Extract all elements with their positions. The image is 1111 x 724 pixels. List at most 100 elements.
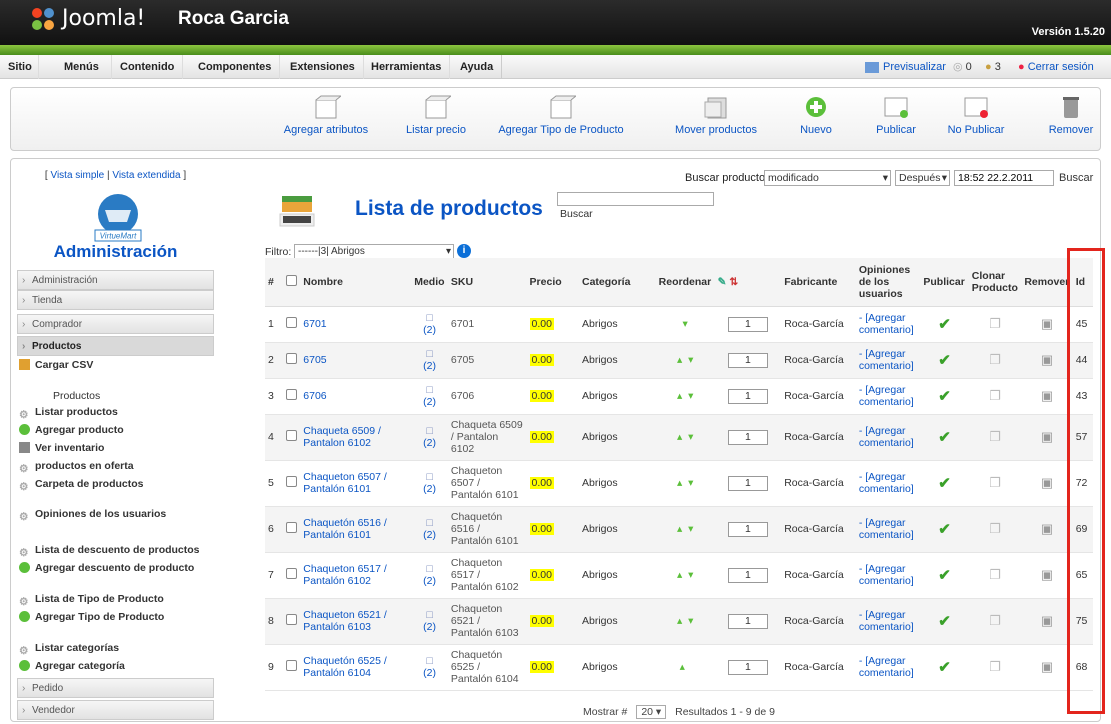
product-name-link[interactable]: Chaquetón 6525 / Pantalón 6104	[300, 644, 412, 691]
move-up-icon[interactable]: ▴	[677, 354, 682, 366]
media-count-link[interactable]: (2)	[423, 396, 436, 408]
search-button[interactable]: Buscar	[1059, 172, 1093, 184]
add-review-link[interactable]: - [Agregar comentario]	[855, 598, 921, 645]
sidebar-item-carpeta[interactable]: ⚙ Carpeta de productos	[17, 475, 214, 493]
order-input[interactable]: 1	[727, 613, 768, 629]
move-down-icon[interactable]: ▾	[688, 354, 693, 366]
move-down-icon[interactable]: ▾	[688, 477, 693, 489]
col-price[interactable]: Precio	[526, 258, 579, 307]
move-up-icon[interactable]: ▴	[677, 569, 682, 581]
move-down-icon[interactable]: ▾	[688, 431, 693, 443]
unpublish-button[interactable]: No Publicar	[936, 94, 1016, 136]
sidebar-item-productos-oferta[interactable]: ⚙ productos en oferta	[17, 457, 214, 475]
move-down-icon[interactable]: ▾	[688, 390, 693, 402]
order-input[interactable]: 1	[727, 316, 768, 332]
sidebar-section-vendedor[interactable]: Vendedor	[17, 700, 214, 721]
save-order-icon[interactable]: ✎	[718, 276, 727, 288]
add-review-link[interactable]: - [Agregar comentario]	[855, 552, 921, 599]
sidebar-section-administracion[interactable]: Administración	[17, 270, 214, 291]
order-input[interactable]: 1	[727, 388, 768, 404]
media-count-link[interactable]: (2)	[423, 437, 436, 449]
product-name-link[interactable]: Chaqueton 6521 / Pantalón 6103	[300, 598, 412, 645]
row-checkbox[interactable]	[286, 614, 298, 625]
list-price-button[interactable]: Listar precio	[396, 94, 476, 136]
published-check-icon[interactable]: ✔	[938, 388, 951, 405]
col-sku[interactable]: SKU	[447, 258, 527, 307]
preview-link[interactable]: Previsualizar	[865, 55, 946, 79]
sidebar-section-pedido[interactable]: Pedido	[17, 678, 214, 699]
sidebar-section-productos[interactable]: Productos	[17, 336, 214, 357]
sidebar-section-tienda[interactable]: Tienda	[17, 290, 214, 311]
select-all-checkbox[interactable]	[286, 274, 298, 286]
menu-ayuda[interactable]: Ayuda	[452, 55, 503, 79]
publish-button[interactable]: Publicar	[866, 94, 926, 136]
clone-icon[interactable]: ❐	[989, 521, 1001, 536]
move-up-icon[interactable]: ▴	[677, 615, 682, 627]
clone-icon[interactable]: ❐	[989, 429, 1001, 444]
sidebar-item-agregar-tipo[interactable]: Agregar Tipo de Producto	[17, 608, 214, 626]
menu-sitio[interactable]: Sitio	[2, 55, 39, 79]
add-review-link[interactable]: - [Agregar comentario]	[855, 644, 921, 691]
sidebar-item-cargar-csv[interactable]: Cargar CSV	[17, 356, 214, 374]
add-attributes-button[interactable]: Agregar atributos	[276, 94, 376, 136]
published-check-icon[interactable]: ✔	[938, 659, 951, 676]
new-button[interactable]: Nuevo	[791, 94, 841, 136]
published-check-icon[interactable]: ✔	[938, 613, 951, 630]
sidebar-item-agregar-categoria[interactable]: Agregar categoría	[17, 657, 214, 675]
move-up-icon[interactable]: ▴	[677, 390, 682, 402]
move-up-icon[interactable]: ▴	[677, 477, 682, 489]
published-check-icon[interactable]: ✔	[938, 429, 951, 446]
logout-link[interactable]: ● Cerrar sesión	[1018, 55, 1094, 79]
order-input[interactable]: 1	[727, 567, 768, 583]
search-field-select[interactable]: modificado ▾	[764, 170, 891, 186]
move-down-icon[interactable]: ▾	[688, 569, 693, 581]
clone-icon[interactable]: ❐	[989, 316, 1001, 331]
move-down-icon[interactable]: ▾	[683, 318, 688, 330]
media-count-link[interactable]: (2)	[423, 575, 436, 587]
sidebar-item-ver-inventario[interactable]: Ver inventario	[17, 439, 214, 457]
add-review-link[interactable]: - [Agregar comentario]	[855, 506, 921, 553]
remove-icon[interactable]: ▣	[1041, 521, 1053, 536]
col-order[interactable]: ✎ ⇅	[714, 258, 782, 307]
order-input[interactable]: 1	[727, 429, 768, 445]
media-count-link[interactable]: (2)	[423, 360, 436, 372]
users-count[interactable]: ● 3	[985, 55, 1001, 79]
remove-icon[interactable]: ▣	[1041, 429, 1053, 444]
media-count-link[interactable]: (2)	[423, 667, 436, 679]
clone-icon[interactable]: ❐	[989, 659, 1001, 674]
published-check-icon[interactable]: ✔	[938, 352, 951, 369]
move-up-icon[interactable]: ▴	[680, 661, 685, 673]
move-up-icon[interactable]: ▴	[677, 523, 682, 535]
col-name[interactable]: Nombre	[300, 258, 412, 307]
media-count-link[interactable]: (2)	[423, 621, 436, 633]
published-check-icon[interactable]: ✔	[938, 567, 951, 584]
product-name-link[interactable]: 6705	[300, 342, 412, 379]
info-icon[interactable]: i	[457, 244, 471, 258]
sidebar-item-lista-descuento[interactable]: ⚙ Lista de descuento de productos	[17, 541, 214, 559]
col-category[interactable]: Categoría	[578, 258, 656, 307]
col-reorder[interactable]: Reordenar	[655, 258, 715, 307]
menu-menus[interactable]: Menús	[52, 55, 112, 79]
remove-button[interactable]: Remover	[1041, 94, 1101, 136]
media-count-link[interactable]: (2)	[423, 324, 436, 336]
product-search-button[interactable]: Buscar	[560, 208, 593, 220]
sidebar-section-comprador[interactable]: Comprador	[17, 314, 214, 335]
product-name-link[interactable]: Chaqueta 6509 / Pantalon 6102	[300, 414, 412, 461]
clone-icon[interactable]: ❐	[989, 567, 1001, 582]
col-select-all[interactable]	[283, 258, 301, 307]
add-review-link[interactable]: - [Agregar comentario]	[855, 460, 921, 507]
move-down-icon[interactable]: ▾	[688, 523, 693, 535]
remove-icon[interactable]: ▣	[1041, 475, 1053, 490]
messages-count[interactable]: ◎ 0	[953, 55, 972, 79]
clone-icon[interactable]: ❐	[989, 475, 1001, 490]
sidebar-item-agregar-producto[interactable]: Agregar producto	[17, 421, 214, 439]
row-checkbox[interactable]	[286, 353, 298, 364]
row-checkbox[interactable]	[286, 317, 298, 328]
row-checkbox[interactable]	[286, 660, 298, 671]
clone-icon[interactable]: ❐	[989, 613, 1001, 628]
menu-extensiones[interactable]: Extensiones	[282, 55, 364, 79]
search-date-input[interactable]	[954, 170, 1054, 186]
media-count-link[interactable]: (2)	[423, 529, 436, 541]
product-name-link[interactable]: 6701	[300, 306, 412, 343]
product-name-link[interactable]: Chaqueton 6507 / Pantalón 6101	[300, 460, 412, 507]
